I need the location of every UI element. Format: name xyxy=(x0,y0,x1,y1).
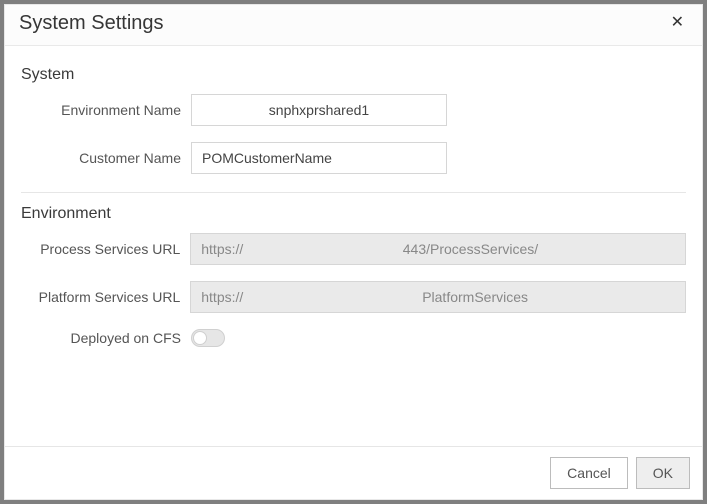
environment-name-input[interactable] xyxy=(191,94,447,126)
platform-services-url-input[interactable] xyxy=(190,281,686,313)
dialog-title: System Settings xyxy=(19,12,164,35)
dialog-titlebar: System Settings ✕ xyxy=(5,5,702,46)
toggle-knob xyxy=(193,331,207,345)
dialog: System Settings ✕ System Environment Nam… xyxy=(4,4,703,500)
row-customer-name: Customer Name xyxy=(21,142,686,174)
environment-heading: Environment xyxy=(21,205,686,223)
deployed-on-cfs-toggle[interactable] xyxy=(191,329,225,347)
process-services-url-input[interactable] xyxy=(190,233,686,265)
section-environment: Environment Process Services URL Platfor… xyxy=(21,205,686,347)
customer-name-label: Customer Name xyxy=(21,150,191,166)
section-divider xyxy=(21,192,686,193)
environment-name-label: Environment Name xyxy=(21,102,191,118)
ok-button[interactable]: OK xyxy=(636,457,690,489)
dialog-footer: Cancel OK xyxy=(5,446,702,499)
row-process-services-url: Process Services URL xyxy=(21,233,686,265)
deployed-on-cfs-label: Deployed on CFS xyxy=(21,330,191,346)
cancel-button[interactable]: Cancel xyxy=(550,457,628,489)
process-services-url-label: Process Services URL xyxy=(21,241,190,257)
system-heading: System xyxy=(21,66,686,84)
section-system: System Environment Name Customer Name xyxy=(21,66,686,174)
customer-name-input[interactable] xyxy=(191,142,447,174)
close-button[interactable]: ✕ xyxy=(667,11,688,35)
row-deployed-on-cfs: Deployed on CFS xyxy=(21,329,686,347)
dialog-frame: System Settings ✕ System Environment Nam… xyxy=(0,0,707,504)
row-environment-name: Environment Name xyxy=(21,94,686,126)
row-platform-services-url: Platform Services URL xyxy=(21,281,686,313)
platform-services-url-label: Platform Services URL xyxy=(21,289,190,305)
close-icon: ✕ xyxy=(671,14,684,31)
dialog-body: System Environment Name Customer Name En… xyxy=(5,46,702,446)
